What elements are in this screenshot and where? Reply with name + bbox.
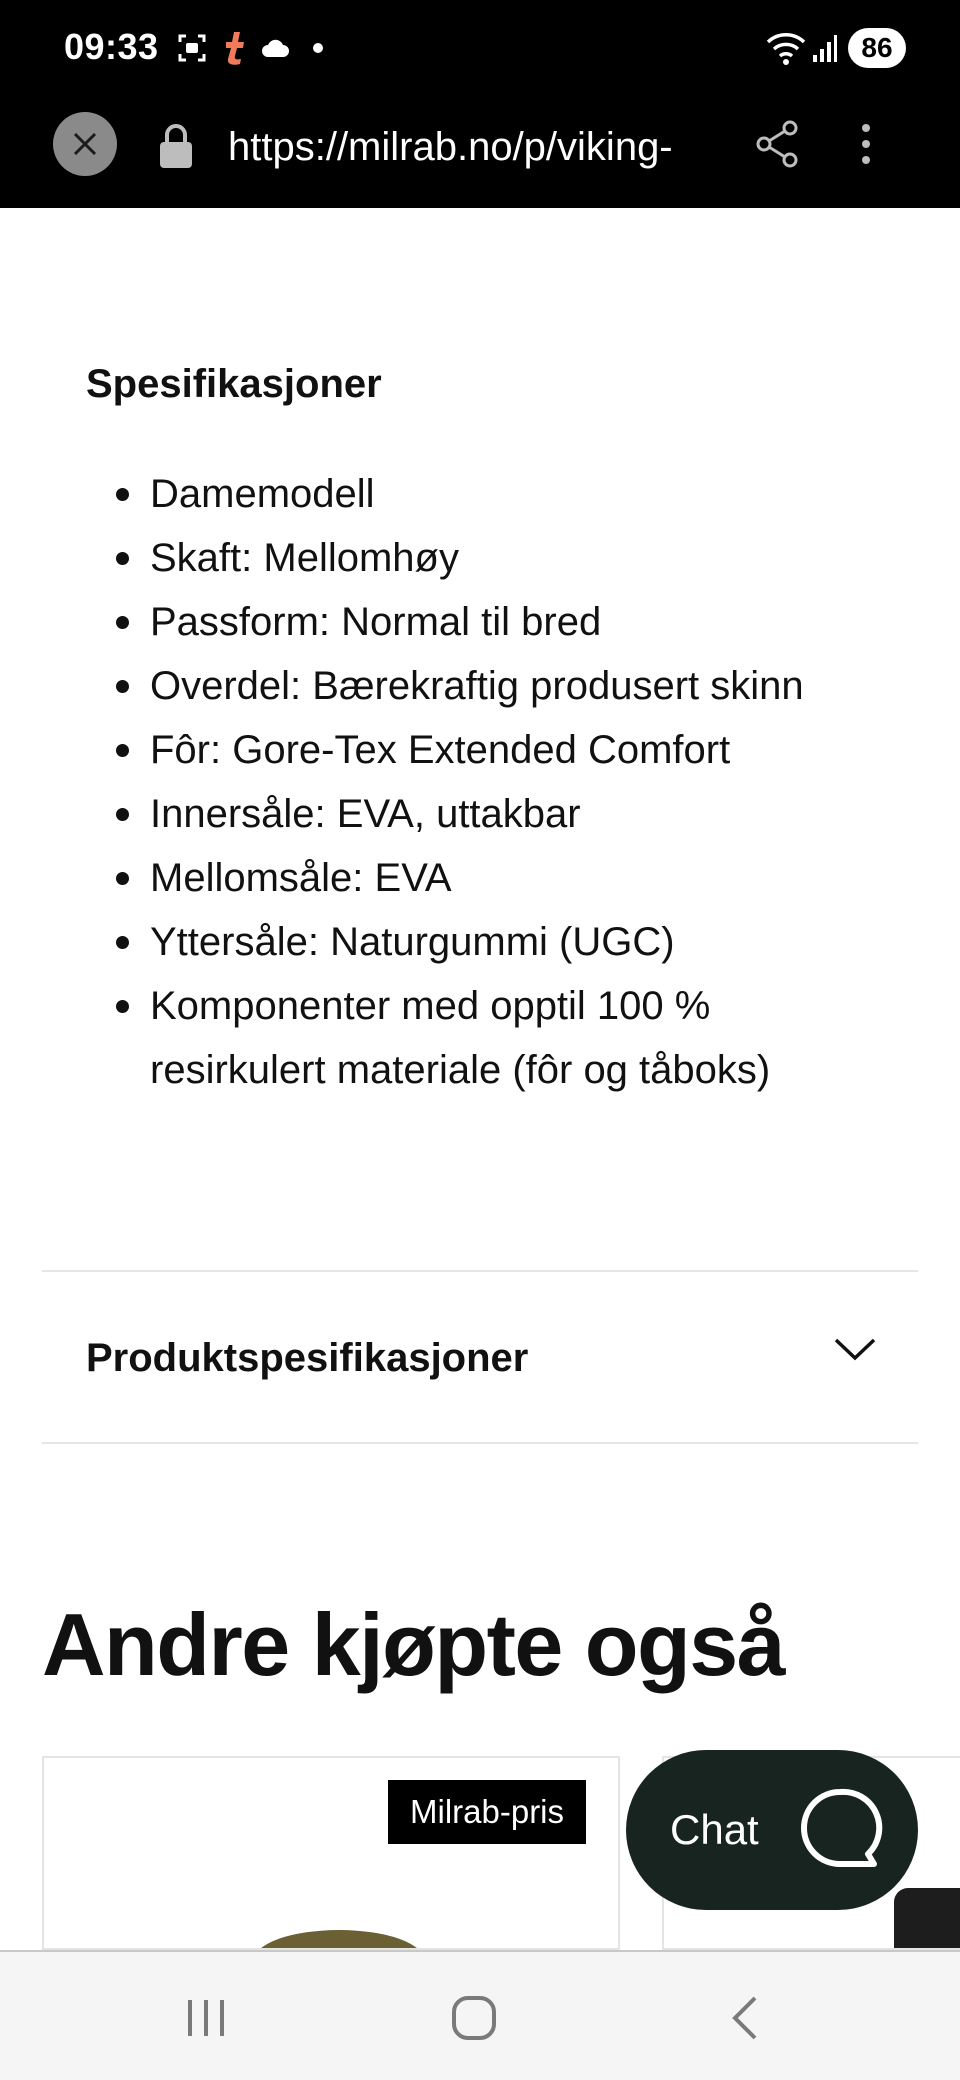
price-badge: Milrab-pris — [388, 1780, 587, 1844]
recent-apps-icon — [188, 2000, 224, 2036]
dot-icon — [312, 28, 324, 68]
battery-icon: 86 — [848, 28, 906, 68]
close-tab-button[interactable] — [53, 112, 117, 176]
browser-toolbar: https://milrab.no/p/viking- — [0, 96, 960, 208]
share-button[interactable] — [752, 118, 804, 175]
accordion-label: Produktspesifikasjoner — [86, 1336, 529, 1380]
lock-icon[interactable] — [156, 122, 196, 175]
list-item: Damemodell — [116, 462, 870, 526]
product-image — [894, 1888, 960, 1948]
related-products-title: Andre kjøpte også — [42, 1595, 786, 1694]
list-item: Fôr: Gore-Tex Extended Comfort — [116, 718, 870, 782]
cloud-icon — [260, 28, 290, 68]
home-icon — [452, 1996, 496, 2040]
product-specs-accordion[interactable]: Produktspesifikasjoner — [42, 1272, 918, 1444]
list-item: Mellomsåle: EVA — [116, 846, 870, 910]
home-button[interactable] — [434, 1988, 514, 2048]
list-item: Overdel: Bærekraftig produsert skinn — [116, 654, 870, 718]
product-card[interactable]: Milrab-pris — [42, 1756, 620, 1950]
list-item: Innersåle: EVA, uttakbar — [116, 782, 870, 846]
signal-icon — [812, 28, 838, 68]
list-item: Passform: Normal til bred — [116, 590, 870, 654]
specs-list: Damemodell Skaft: Mellomhøy Passform: No… — [116, 462, 870, 1102]
close-icon — [73, 132, 97, 156]
recent-apps-button[interactable] — [166, 1988, 246, 2048]
chat-label: Chat — [670, 1806, 759, 1853]
specs-heading: Spesifikasjoner — [86, 362, 382, 406]
divider — [42, 1442, 918, 1444]
share-icon — [756, 120, 798, 168]
tumblr-icon — [220, 28, 248, 68]
status-bar: 09:33 86 — [0, 0, 960, 96]
back-button[interactable] — [704, 1988, 784, 2048]
more-menu-button[interactable] — [858, 118, 874, 175]
screenshot-icon — [176, 28, 208, 68]
list-item: Komponenter med opptil 100 % resirkulert… — [116, 974, 870, 1102]
list-item: Yttersåle: Naturgummi (UGC) — [116, 910, 870, 974]
system-nav-bar — [0, 1950, 960, 2080]
chevron-down-icon — [834, 1338, 876, 1361]
chat-button[interactable]: Chat — [626, 1750, 918, 1910]
more-vert-icon — [862, 124, 870, 164]
url-field[interactable]: https://milrab.no/p/viking- — [228, 122, 716, 172]
list-item: Skaft: Mellomhøy — [116, 526, 870, 590]
back-icon — [732, 1996, 757, 2040]
product-image — [254, 1930, 424, 1948]
chat-bubble-icon — [801, 1788, 883, 1867]
status-time: 09:33 — [64, 26, 159, 67]
wifi-icon — [764, 28, 808, 68]
